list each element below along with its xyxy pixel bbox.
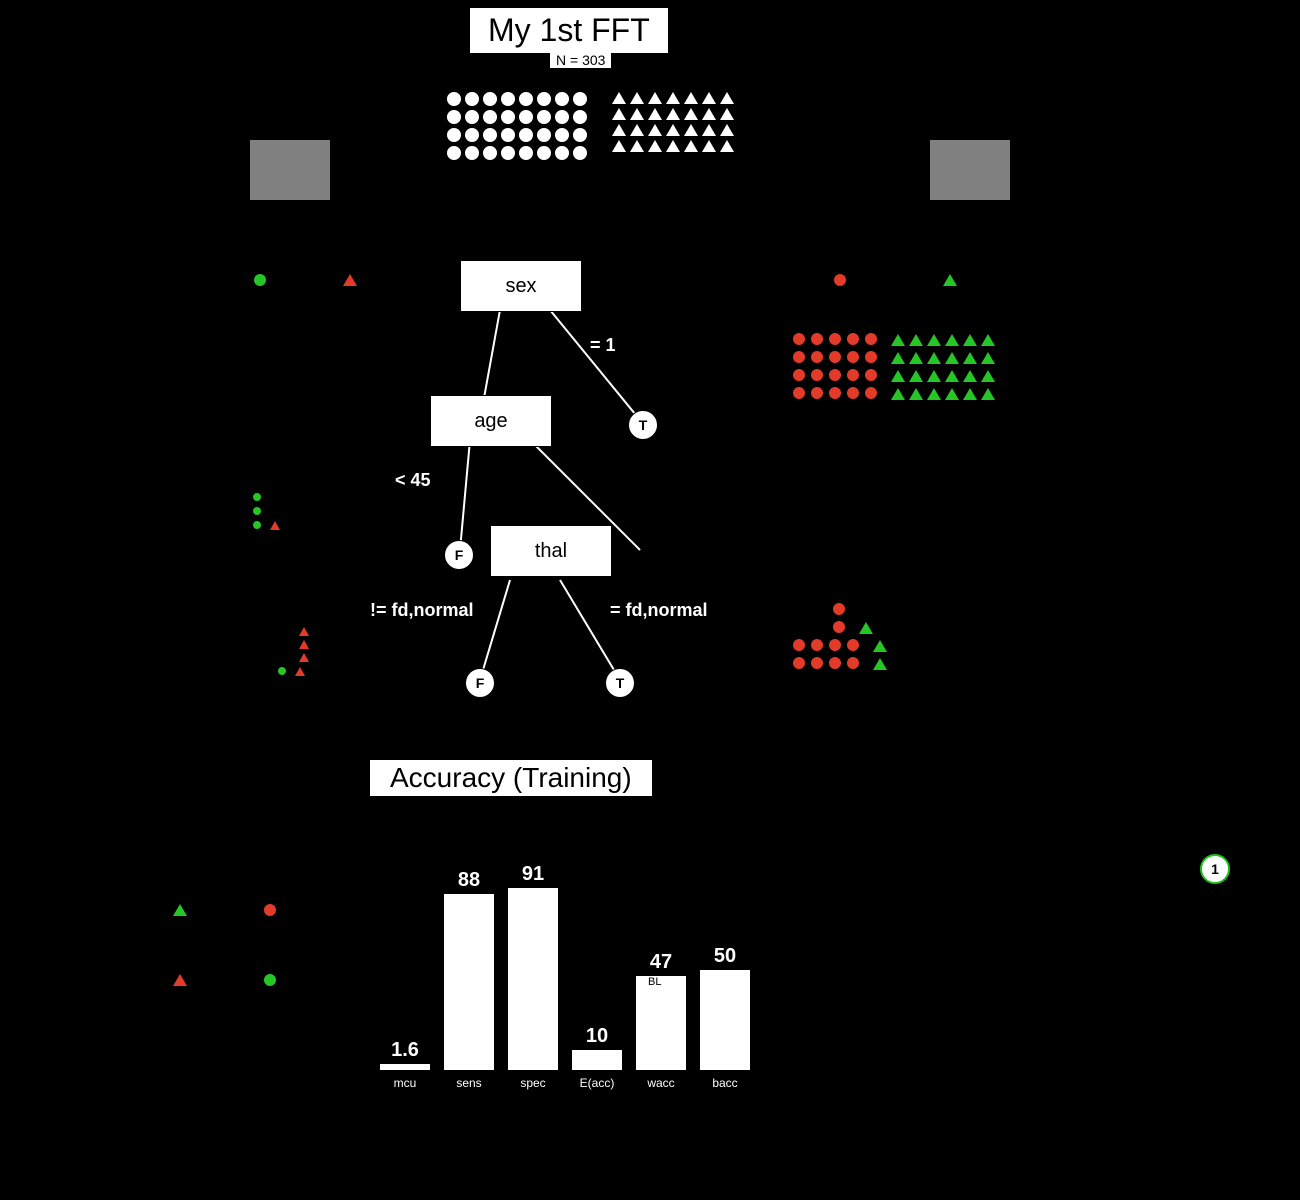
tree-node-thal-left-label: != fd,normal xyxy=(370,600,474,621)
bar-value-mcu: 1.6 xyxy=(375,1039,435,1062)
bar-value-spec: 91 xyxy=(503,863,563,886)
accuracy-title: Accuracy (Training) xyxy=(370,760,652,796)
tree-exit-thal-true: T xyxy=(605,668,635,698)
bar-label-spec: spec xyxy=(503,1076,563,1090)
bar-label-bacc: bacc xyxy=(695,1076,755,1090)
tree-node-sex: sex xyxy=(460,260,582,312)
bar-bacc xyxy=(700,970,750,1070)
confusion-matrix xyxy=(120,880,300,1020)
bar-value-sens: 88 xyxy=(439,869,499,892)
tree-node-age-left-label: < 45 xyxy=(395,470,431,491)
tree-exit-age-false-icons xyxy=(250,490,282,532)
bar-label-sens: sens xyxy=(439,1076,499,1090)
bar-value-E(acc): 10 xyxy=(567,1025,627,1048)
tree-exit-sex-true: T xyxy=(628,410,658,440)
tree-exit-thal-false-icons xyxy=(275,625,311,678)
roc-point-1: 1 xyxy=(1200,854,1230,884)
roc-panel: 1 xyxy=(990,830,1250,1090)
bar-sens xyxy=(444,894,494,1070)
bar-value-bacc: 50 xyxy=(695,945,755,968)
tree-exit-age-false: F xyxy=(444,540,474,570)
tree-node-age: age xyxy=(430,395,552,447)
bar-label-wacc: wacc xyxy=(631,1076,691,1090)
bar-label-mcu: mcu xyxy=(375,1076,435,1090)
tree-node-thal: thal xyxy=(490,525,612,577)
bar-label-E(acc): E(acc) xyxy=(567,1076,627,1090)
tree-node-sex-right-label: = 1 xyxy=(590,335,616,356)
tree-exit-thal-true-icons xyxy=(790,600,889,672)
baseline-marker: BL xyxy=(648,976,661,988)
bar-spec xyxy=(508,888,558,1070)
bar-mcu xyxy=(380,1064,430,1070)
bar-wacc xyxy=(636,976,686,1070)
bar-value-wacc: 47 xyxy=(631,951,691,974)
tree-exit-thal-false: F xyxy=(465,668,495,698)
accuracy-bar-chart: 1.6 mcu 88 sens 91 spec 10 E(acc) 47 wacc 50 bacc BL xyxy=(370,830,770,1090)
tree-node-thal-right-label: = fd,normal xyxy=(610,600,708,621)
tree-exit-sex-true-icons xyxy=(790,330,997,402)
bar-E(acc) xyxy=(572,1050,622,1070)
